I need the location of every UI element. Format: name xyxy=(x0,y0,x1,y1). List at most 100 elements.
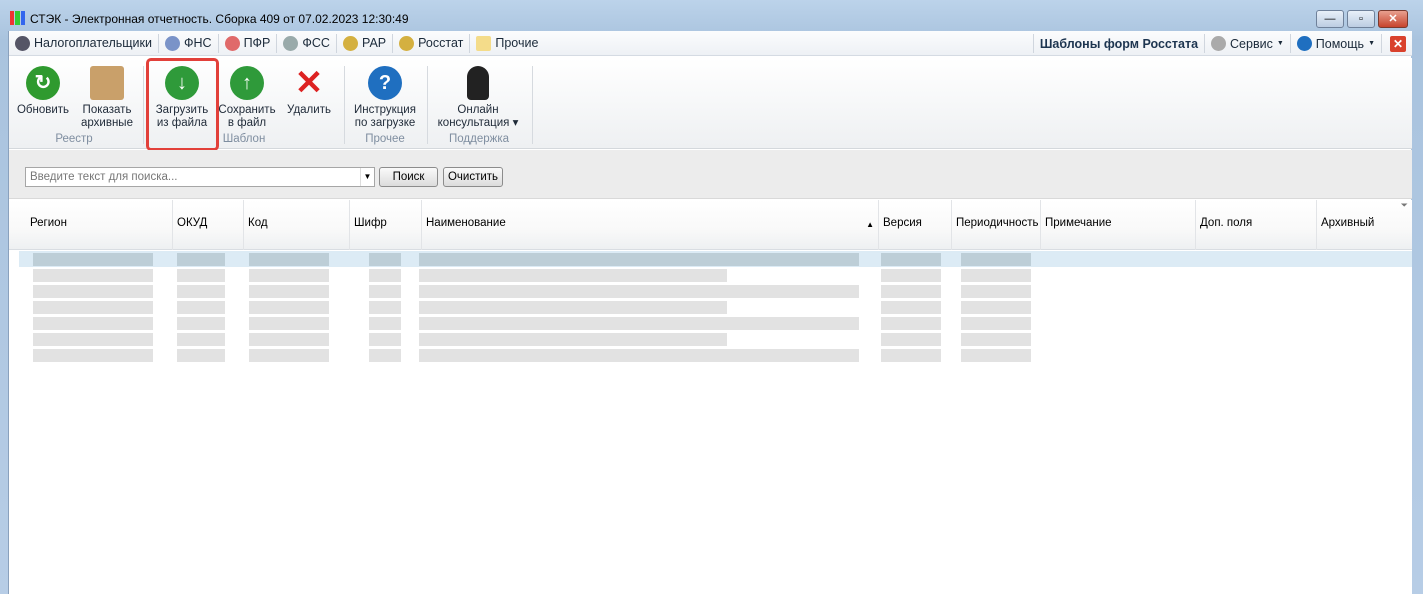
table-row[interactable] xyxy=(19,283,1412,299)
fns-emblem-icon xyxy=(165,35,180,51)
obscured-cell xyxy=(249,285,329,298)
button-label: по загрузке xyxy=(354,117,416,129)
help-icon: ? xyxy=(368,66,402,100)
column-version[interactable]: Версия xyxy=(879,200,952,250)
column-code[interactable]: Код xyxy=(244,200,350,250)
help-icon xyxy=(1296,36,1312,51)
menu-service[interactable]: Сервис ▼ xyxy=(1205,34,1291,53)
menu-taxpayers[interactable]: Налогоплательщики xyxy=(9,33,159,53)
divider xyxy=(143,66,144,144)
search-input[interactable]: Введите текст для поиска... xyxy=(25,167,375,187)
table-row[interactable] xyxy=(19,347,1412,363)
close-window-button[interactable]: ✕ xyxy=(1378,10,1408,28)
app-window: СТЭК - Электронная отчетность. Сборка 40… xyxy=(0,0,1423,594)
show-archived-button[interactable]: Показать архивные xyxy=(77,60,137,130)
button-label: Онлайн xyxy=(457,104,499,116)
obscured-cell xyxy=(177,317,225,330)
group-label-registry: Реестр xyxy=(55,133,93,145)
obscured-cell xyxy=(419,285,859,298)
menu-rar[interactable]: РАР xyxy=(337,33,394,53)
obscured-cell xyxy=(249,349,329,362)
section-title: Шаблоны форм Росстата xyxy=(1032,34,1206,53)
group-label-support: Поддержка xyxy=(449,133,509,145)
arrow-up-icon: ↑ xyxy=(230,66,264,100)
obscured-cell xyxy=(881,317,941,330)
maximize-button[interactable]: ▫ xyxy=(1347,10,1375,28)
menu-label: Прочие xyxy=(495,36,539,50)
obscured-cell xyxy=(881,285,941,298)
obscured-cell xyxy=(369,285,401,298)
menu-help[interactable]: Помощь ▼ xyxy=(1291,34,1382,53)
obscured-cell xyxy=(33,285,153,298)
obscured-cell xyxy=(33,333,153,346)
obscured-cell xyxy=(177,301,225,314)
obscured-cell xyxy=(369,333,401,346)
instructions-button[interactable]: ? Инструкция по загрузке xyxy=(351,60,419,130)
column-archived[interactable]: Архивный xyxy=(1317,200,1412,250)
sort-ascending-icon: ▲ xyxy=(866,220,874,229)
highlight-frame xyxy=(146,58,219,151)
app-logo-icon xyxy=(10,11,25,25)
menu-label: РАР xyxy=(361,36,387,50)
obscured-cell xyxy=(419,317,859,330)
menu-other[interactable]: Прочие xyxy=(470,34,544,53)
obscured-cell xyxy=(33,269,153,282)
obscured-cell xyxy=(369,269,401,282)
right-menu: Шаблоны форм Росстата Сервис ▼ Помощь ▼ ✕ xyxy=(1032,34,1412,53)
column-periodicity[interactable]: Периодичность xyxy=(952,200,1041,250)
table-row[interactable] xyxy=(19,331,1412,347)
obscured-cell xyxy=(249,301,329,314)
button-label: Показать xyxy=(82,104,132,116)
pfr-emblem-icon xyxy=(224,35,240,51)
column-cipher[interactable]: Шифр xyxy=(350,200,422,250)
table-header: Регион ОКУД Код Шифр Наименование ▲ Верси… xyxy=(9,200,1412,250)
menu-fns[interactable]: ФНС xyxy=(159,33,219,53)
obscured-cell xyxy=(33,349,153,362)
obscured-cell xyxy=(881,253,941,266)
menu-fss[interactable]: ФСС xyxy=(277,33,337,53)
column-name[interactable]: Наименование ▲ xyxy=(422,200,879,250)
search-dropdown-icon[interactable]: ▼ xyxy=(360,168,374,186)
delete-button[interactable]: ✕ Удалить xyxy=(283,60,335,117)
save-to-file-button[interactable]: ↑ Сохранить в файл xyxy=(217,60,277,130)
table-row[interactable] xyxy=(19,315,1412,331)
minimize-button[interactable]: — xyxy=(1316,10,1344,28)
fss-emblem-icon xyxy=(283,35,299,51)
users-icon xyxy=(15,35,30,51)
obscured-cell xyxy=(419,269,727,282)
column-note[interactable]: Примечание xyxy=(1041,200,1196,250)
obscured-cell xyxy=(177,333,225,346)
menu-label: Помощь xyxy=(1315,36,1365,51)
search-bar: Введите текст для поиска... ▼ Поиск Очис… xyxy=(9,150,1412,199)
obscured-cell xyxy=(177,285,225,298)
obscured-cell xyxy=(881,301,941,314)
table-row[interactable] xyxy=(19,299,1412,315)
obscured-cell xyxy=(961,317,1031,330)
obscured-cell xyxy=(369,317,401,330)
menu-pfr[interactable]: ПФР xyxy=(219,33,278,53)
column-region[interactable]: Регион xyxy=(26,200,173,250)
menu-rosstat[interactable]: Росстат xyxy=(393,33,471,53)
obscured-cell xyxy=(177,349,225,362)
obscured-cell xyxy=(177,253,225,266)
search-button[interactable]: Поиск xyxy=(379,167,438,187)
filter-icon[interactable]: ⏷ xyxy=(1401,200,1408,211)
obscured-cell xyxy=(961,269,1031,282)
table-row[interactable] xyxy=(19,251,1412,267)
window-title: СТЭК - Электронная отчетность. Сборка 40… xyxy=(30,12,409,26)
refresh-button[interactable]: ↻ Обновить xyxy=(16,60,70,117)
menu-label: ФСС xyxy=(302,36,330,50)
obscured-cell xyxy=(961,349,1031,362)
group-label-template: Шаблон xyxy=(222,133,266,145)
obscured-cell xyxy=(249,253,329,266)
delete-x-icon: ✕ xyxy=(294,63,324,102)
column-extra-fields[interactable]: Доп. поля xyxy=(1196,200,1317,250)
table-row[interactable] xyxy=(19,267,1412,283)
refresh-icon: ↻ xyxy=(26,66,60,100)
online-consultation-button[interactable]: Онлайн консультация ▾ xyxy=(433,60,523,130)
exit-button[interactable]: ✕ xyxy=(1382,34,1412,53)
obscured-cell xyxy=(419,301,727,314)
menu-label: Росстат xyxy=(418,36,464,50)
column-okud[interactable]: ОКУД xyxy=(173,200,244,250)
clear-button[interactable]: Очистить xyxy=(443,167,503,187)
